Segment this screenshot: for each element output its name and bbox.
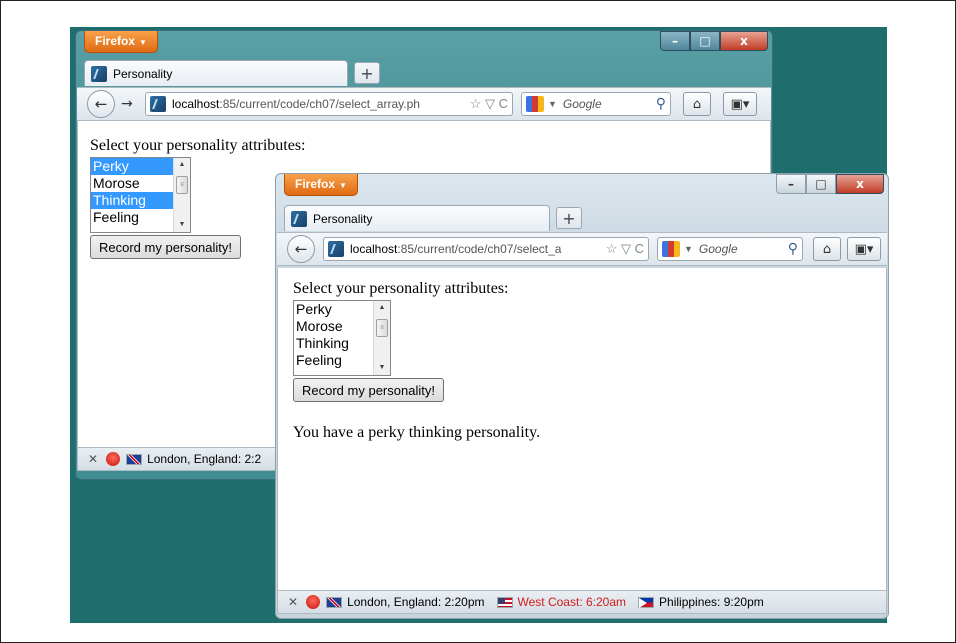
scroll-up-icon[interactable]: ▲ (174, 158, 190, 172)
navigation-toolbar: ← localhost:85/current/code/ch07/select_… (277, 232, 887, 266)
option-feeling[interactable]: Feeling (91, 209, 173, 226)
search-placeholder: Google (562, 97, 602, 111)
option-morose[interactable]: Morose (294, 318, 376, 335)
chevron-down-icon: ▼ (139, 38, 147, 47)
close-button[interactable]: x (836, 174, 884, 194)
minimize-button[interactable]: – (660, 31, 690, 51)
home-icon[interactable]: ⌂ (813, 237, 841, 261)
maximize-button[interactable]: □ (690, 31, 720, 51)
bookmark-star-icon[interactable]: ☆ ▽ C (606, 241, 644, 257)
option-feeling[interactable]: Feeling (294, 352, 376, 369)
window-controls: – □ x (660, 31, 768, 51)
back-arrow-icon[interactable]: ← (87, 90, 115, 118)
firefox-menu-button[interactable]: Firefox ▼ (284, 174, 358, 196)
close-addon-bar-icon[interactable]: ✕ (288, 595, 298, 609)
flag-uk-icon (326, 596, 343, 608)
listbox-scrollbar[interactable]: ▲ ≡ ▼ (173, 158, 190, 232)
site-favicon-icon (91, 65, 107, 82)
firefox-menu-label: Firefox (95, 34, 136, 48)
minimize-button[interactable]: – (776, 174, 806, 194)
close-addon-bar-icon[interactable]: ✕ (88, 452, 98, 466)
search-magnifier-icon[interactable]: ⚲ (656, 95, 666, 112)
url-bar[interactable]: localhost:85/current/code/ch07/select_ar… (145, 92, 513, 116)
forward-arrow-icon[interactable]: → (121, 96, 133, 112)
option-perky[interactable]: Perky (91, 158, 173, 175)
url-host: localhost (350, 242, 398, 256)
west-coast-time: West Coast: 6:20am (517, 595, 627, 609)
scroll-up-icon[interactable]: ▲ (374, 301, 390, 315)
record-personality-button[interactable]: Record my personality! (90, 235, 241, 259)
site-favicon-icon (291, 210, 307, 227)
personality-listbox[interactable]: Perky Morose Thinking Feeling ▲ ≡ ▼ (293, 300, 391, 376)
new-tab-button[interactable]: + (556, 207, 582, 229)
scroll-down-icon[interactable]: ▼ (174, 218, 190, 232)
tab-personality[interactable]: Personality (284, 205, 550, 231)
flag-us-icon (496, 596, 513, 608)
firefox-menu-label: Firefox (295, 177, 336, 191)
form-label: Select your personality attributes: (293, 280, 509, 297)
london-time: London, England: 2:2 (147, 452, 262, 466)
maximize-button[interactable]: □ (806, 174, 836, 194)
engine-dropdown-icon: ▼ (684, 244, 693, 254)
tab-personality[interactable]: Personality (84, 60, 348, 86)
record-personality-button[interactable]: Record my personality! (293, 378, 444, 402)
listbox-scrollbar[interactable]: ▲ ≡ ▼ (373, 301, 390, 375)
site-identity-icon (328, 241, 344, 257)
url-host: localhost (172, 97, 220, 111)
page-content: Select your personality attributes: Perk… (277, 268, 887, 590)
option-morose[interactable]: Morose (91, 175, 173, 192)
option-perky[interactable]: Perky (294, 301, 376, 318)
bookmark-star-icon[interactable]: ☆ ▽ C (470, 96, 508, 112)
scroll-down-icon[interactable]: ▼ (374, 361, 390, 375)
front-browser-window: Firefox ▼ – □ x Personality + ← localhost… (275, 173, 889, 619)
option-thinking[interactable]: Thinking (91, 192, 173, 209)
google-search-engine-icon (662, 241, 680, 257)
tab-title: Personality (113, 66, 173, 81)
flag-ph-icon (638, 596, 655, 608)
search-bar[interactable]: ▼ Google ⚲ (521, 92, 671, 116)
option-thinking[interactable]: Thinking (294, 335, 376, 352)
screenshot-frame: Firefox ▼ – □ x Personality + ← → localho… (0, 0, 956, 643)
weather-icon (106, 452, 121, 466)
personality-listbox[interactable]: Perky Morose Thinking Feeling ▲ ≡ ▼ (90, 157, 191, 233)
back-arrow-icon[interactable]: ← (287, 235, 315, 263)
site-identity-icon (150, 96, 166, 112)
firefox-menu-button[interactable]: Firefox ▼ (84, 31, 158, 53)
new-tab-button[interactable]: + (354, 62, 380, 84)
close-button[interactable]: x (720, 31, 768, 51)
weather-icon (306, 595, 321, 609)
form-label: Select your personality attributes: (90, 137, 306, 154)
engine-dropdown-icon: ▼ (548, 99, 557, 109)
tab-title: Personality (313, 211, 373, 226)
window-controls: – □ x (776, 174, 884, 194)
url-path: :85/current/code/ch07/select_a (397, 242, 562, 256)
navigation-toolbar: ← → localhost:85/current/code/ch07/selec… (77, 87, 771, 121)
scroll-thumb[interactable]: ≡ (376, 319, 388, 337)
url-bar[interactable]: localhost:85/current/code/ch07/select_a … (323, 237, 649, 261)
flag-uk-icon (126, 453, 143, 465)
result-message: You have a perky thinking personality. (293, 424, 541, 441)
bookmarks-menu-icon[interactable]: ▣▾ (847, 237, 881, 261)
search-placeholder: Google (698, 242, 738, 256)
london-time: London, England: 2:20pm (347, 595, 485, 609)
scroll-thumb[interactable]: ≡ (176, 176, 188, 194)
home-icon[interactable]: ⌂ (683, 92, 711, 116)
url-path: :85/current/code/ch07/select_array.ph (219, 97, 420, 111)
search-magnifier-icon[interactable]: ⚲ (788, 240, 798, 257)
status-bar: ✕ London, England: 2:20pm West Coast: 6:… (277, 590, 887, 614)
bookmarks-menu-icon[interactable]: ▣▾ (723, 92, 757, 116)
google-search-engine-icon (526, 96, 544, 112)
chevron-down-icon: ▼ (339, 181, 347, 190)
philippines-time: Philippines: 9:20pm (659, 595, 764, 609)
search-bar[interactable]: ▼ Google ⚲ (657, 237, 803, 261)
